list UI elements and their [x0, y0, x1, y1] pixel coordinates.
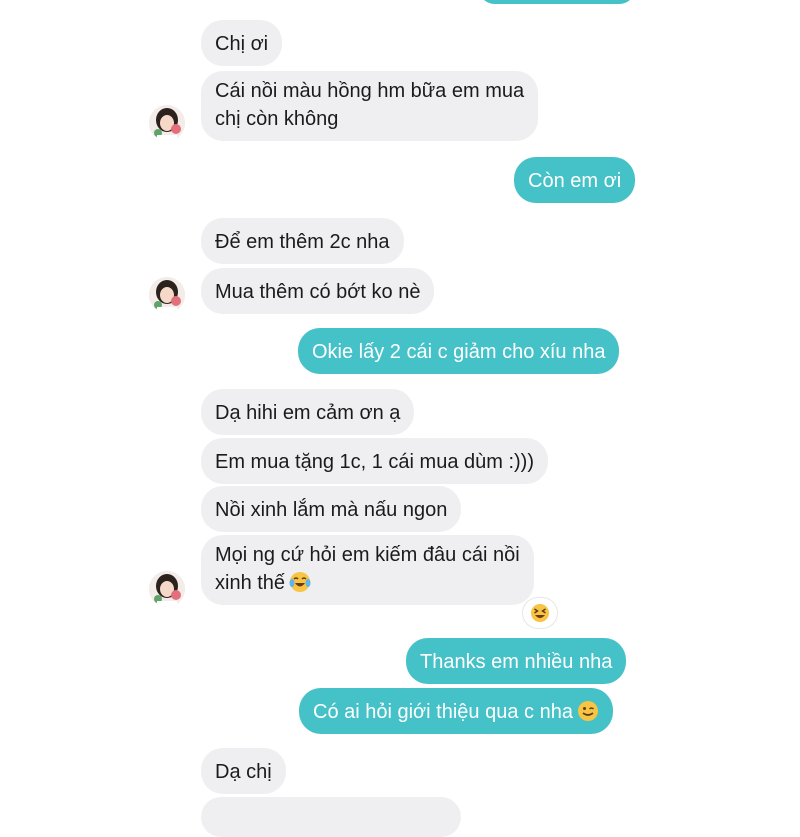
avatar-photo-icon: [149, 277, 185, 313]
outgoing-message-bubble[interactable]: Còn em ơi: [514, 157, 636, 203]
incoming-message-bubble[interactable]: Để em thêm 2c nha: [201, 218, 404, 264]
message-text: Mọi ng cứ hỏi em kiếm đâu cái nồi: [215, 544, 520, 566]
incoming-message-bubble[interactable]: Nồi xinh lắm mà nấu ngon: [201, 486, 462, 532]
message-text: Để em thêm 2c nha: [215, 231, 390, 253]
message-text: chị còn không: [215, 108, 339, 130]
message-text: Chị ơi: [215, 33, 269, 55]
outgoing-message-bubble[interactable]: Okie lấy 2 cái c giảm cho xíu nha: [298, 328, 620, 374]
incoming-message-bubble[interactable]: Dạ hihi em cảm ơn ạ: [201, 389, 415, 435]
incoming-message-bubble[interactable]: Cái nồi màu hồng hm bữa em mua chị còn k…: [201, 71, 539, 141]
message-text: Okie lấy 2 cái c giảm cho xíu nha: [312, 341, 606, 363]
incoming-message-bubble[interactable]: Em mua tặng 1c, 1 cái mua dùm :))): [201, 438, 549, 484]
message-text: Em mua tặng 1c, 1 cái mua dùm :))): [215, 451, 535, 473]
contact-avatar[interactable]: [149, 105, 185, 141]
laughing-squinting-face-icon: [531, 604, 549, 622]
incoming-message-bubble[interactable]: Mọi ng cứ hỏi em kiếm đâu cái nồi xinh t…: [201, 535, 534, 605]
message-text: Còn em ơi: [528, 170, 622, 192]
outgoing-message-bubble[interactable]: Thanks em nhiều nha: [406, 638, 627, 684]
face-with-tears-of-joy-icon: [289, 571, 311, 601]
message-text: Dạ hihi em cảm ơn ạ: [215, 402, 401, 424]
message-text: Thanks em nhiều nha: [420, 651, 613, 673]
incoming-message-bubble[interactable]: Chị ơi: [201, 20, 283, 66]
contact-avatar[interactable]: [149, 571, 185, 607]
outgoing-message-bubble[interactable]: [478, 0, 636, 4]
avatar-photo-icon: [149, 571, 185, 607]
avatar-photo-icon: [149, 105, 185, 141]
message-text: Nồi xinh lắm mà nấu ngon: [215, 499, 448, 521]
winking-face-icon: [577, 700, 599, 730]
message-text: Mua thêm có bớt ko nè: [215, 281, 421, 303]
incoming-message-bubble[interactable]: Mua thêm có bớt ko nè: [201, 268, 435, 314]
incoming-message-bubble[interactable]: Dạ chị: [201, 748, 286, 794]
message-text: Dạ chị: [215, 761, 272, 783]
message-reaction[interactable]: [523, 598, 557, 628]
message-text: Có ai hỏi giới thiệu qua c nha: [313, 701, 573, 723]
incoming-message-bubble[interactable]: [201, 797, 461, 837]
contact-avatar[interactable]: [149, 277, 185, 313]
message-text: xinh thế: [215, 572, 286, 594]
message-text: Cái nồi màu hồng hm bữa em mua: [215, 80, 525, 102]
outgoing-message-bubble[interactable]: Có ai hỏi giới thiệu qua c nha: [299, 688, 613, 734]
